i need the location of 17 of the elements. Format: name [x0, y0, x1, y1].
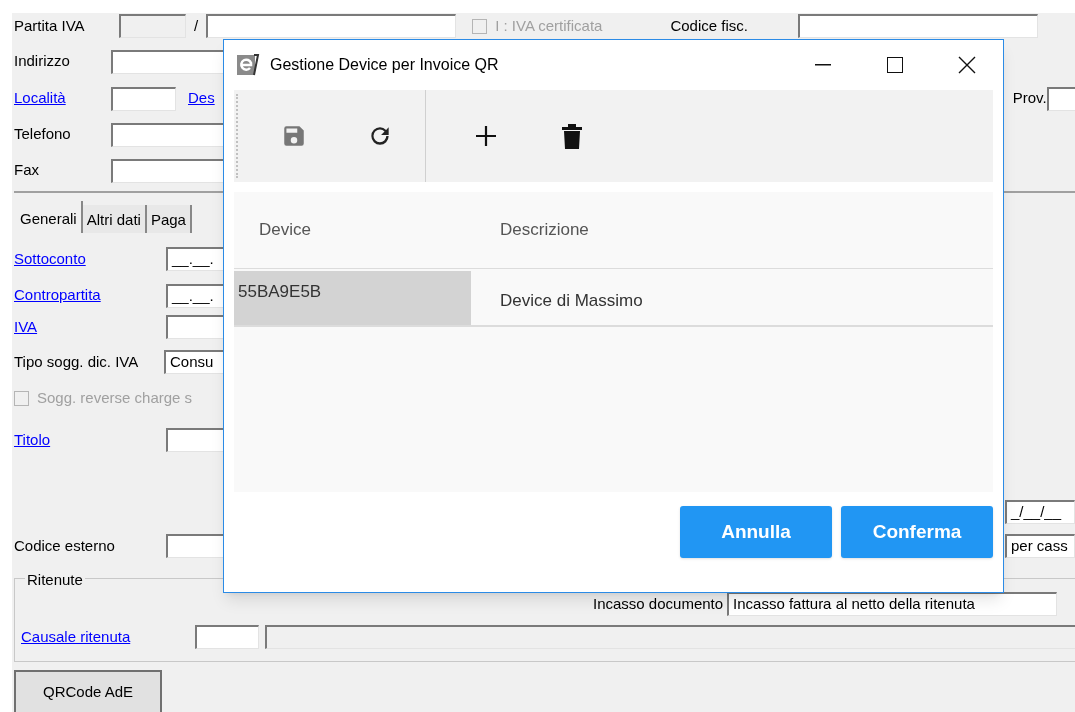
checkbox-label: I : IVA certificata — [495, 15, 603, 36]
table-cell: 55BA9E5B — [234, 271, 471, 325]
checkbox-label: Sogg. reverse charge s — [37, 387, 193, 408]
field-label: Codice fisc. — [670, 15, 749, 36]
field-label: Prov. — [1012, 88, 1047, 109]
field-label: Tipo sogg. dic. IVA — [14, 351, 140, 372]
separator-text: / — [194, 15, 199, 36]
field-label: Fax — [14, 160, 40, 181]
field-label: Incasso documento — [593, 593, 724, 614]
field-label: Partita IVA — [14, 15, 86, 36]
window-title: Gestione Device per Invoice QR — [270, 55, 499, 75]
field-label: Telefono — [14, 124, 72, 145]
field-label: Codice esterno — [14, 535, 116, 556]
column-header: Descrizione — [499, 219, 589, 242]
table-cell-text: Device di Massimo — [499, 290, 643, 312]
field-label: Indirizzo — [14, 51, 71, 72]
column-header: Device — [258, 219, 312, 242]
